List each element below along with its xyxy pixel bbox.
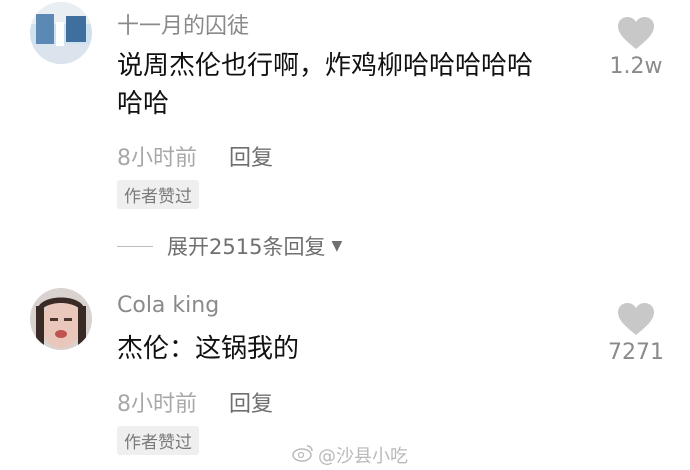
reply-button[interactable]: 回复: [229, 146, 273, 171]
triangle-down-icon: ▼: [331, 238, 343, 254]
comment-text: 说周杰伦也行啊，炸鸡柳哈哈哈哈哈 哈哈: [117, 47, 533, 123]
like-button[interactable]: 7271: [606, 302, 666, 365]
reply-button[interactable]: 回复: [229, 392, 273, 417]
comment-time: 8小时前: [117, 146, 197, 171]
comment-text-line: 哈哈: [117, 89, 170, 119]
comment-meta: 8小时前 回复: [117, 386, 273, 418]
comment-username[interactable]: 十一月的囚徒: [117, 8, 249, 40]
heart-icon[interactable]: [606, 16, 666, 50]
heart-icon[interactable]: [606, 302, 666, 336]
watermark-text: @沙县小吃: [318, 446, 408, 467]
like-count: 1.2w: [609, 54, 663, 79]
comment-time: 8小时前: [117, 392, 197, 417]
author-liked-badge: 作者赞过: [117, 180, 199, 209]
like-button[interactable]: 1.2w: [606, 16, 666, 79]
comment-text: 杰伦：这锅我的: [117, 330, 299, 368]
like-count: 7271: [608, 340, 664, 365]
weibo-logo-icon: [292, 444, 314, 467]
author-liked-badge: 作者赞过: [117, 426, 199, 455]
avatar[interactable]: [30, 2, 92, 64]
comment-username[interactable]: Cola king: [117, 293, 219, 318]
comment-text-line: 说周杰伦也行啊，炸鸡柳哈哈哈哈哈: [117, 51, 534, 81]
expand-replies-button[interactable]: 展开2515条回复 ▼: [117, 231, 342, 261]
comment-text-line: 杰伦：这锅我的: [117, 334, 300, 364]
expand-replies-label: 展开2515条回复: [167, 235, 326, 259]
comment-meta: 8小时前 回复: [117, 140, 273, 172]
avatar[interactable]: [30, 288, 92, 350]
divider: [117, 245, 153, 247]
watermark: @沙县小吃: [292, 442, 408, 468]
